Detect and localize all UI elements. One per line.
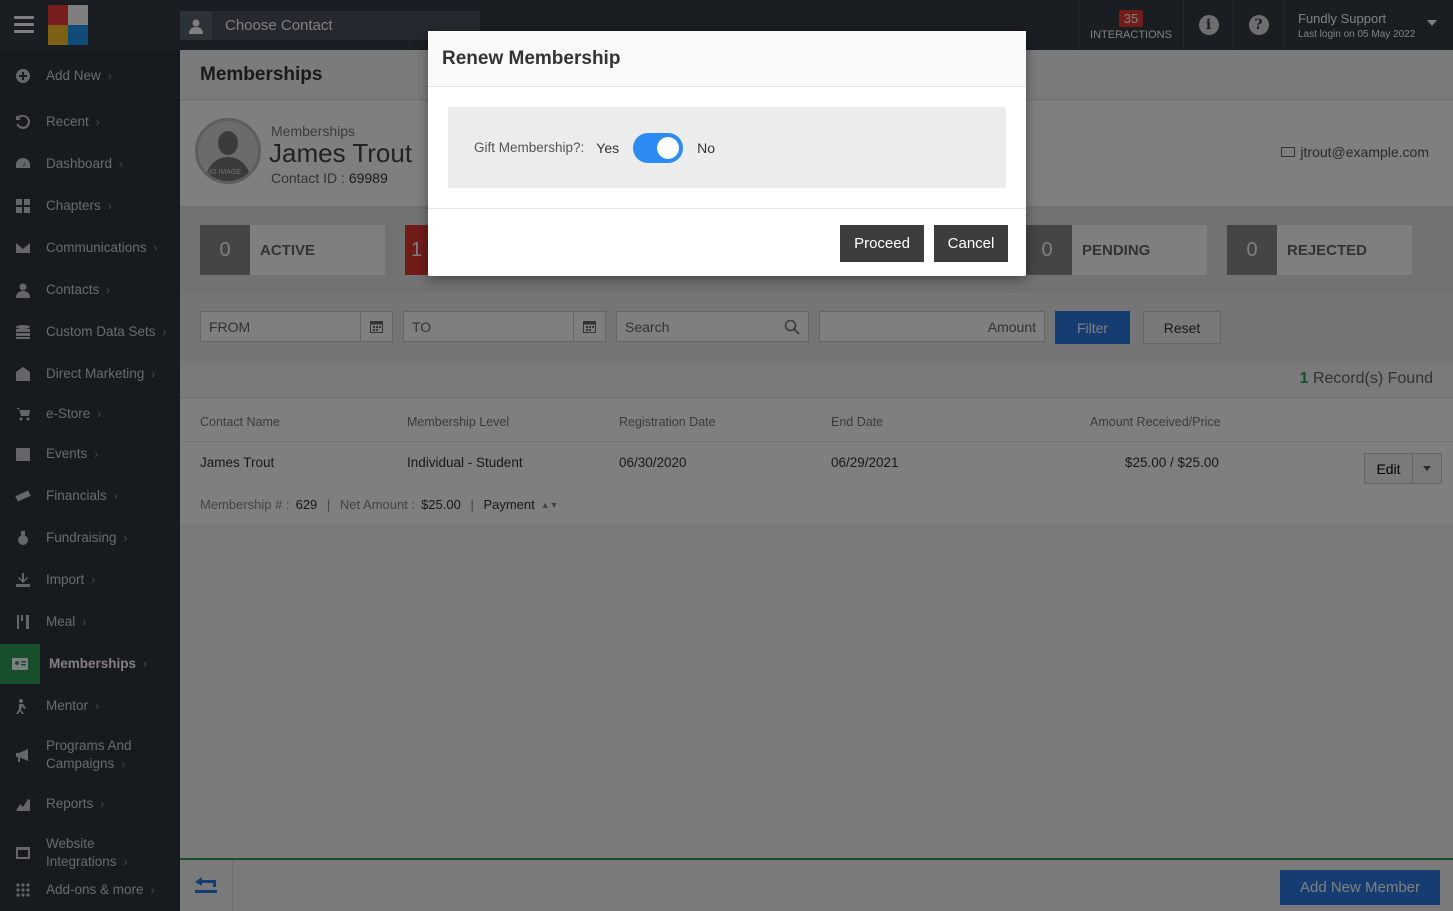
modal-footer: Proceed Cancel <box>428 208 1026 276</box>
gift-membership-toggle[interactable] <box>633 132 684 163</box>
gift-membership-label: Gift Membership?: <box>474 140 585 155</box>
cancel-button[interactable]: Cancel <box>934 225 1008 262</box>
modal-title: Renew Membership <box>428 31 1026 87</box>
gift-yes-label[interactable]: Yes <box>596 140 619 156</box>
proceed-button[interactable]: Proceed <box>840 225 924 262</box>
toggle-knob <box>657 136 680 159</box>
gift-no-label[interactable]: No <box>697 140 715 156</box>
renew-membership-modal: Renew Membership Gift Membership?: Yes N… <box>428 31 1026 276</box>
modal-body: Gift Membership?: Yes No <box>448 107 1006 188</box>
